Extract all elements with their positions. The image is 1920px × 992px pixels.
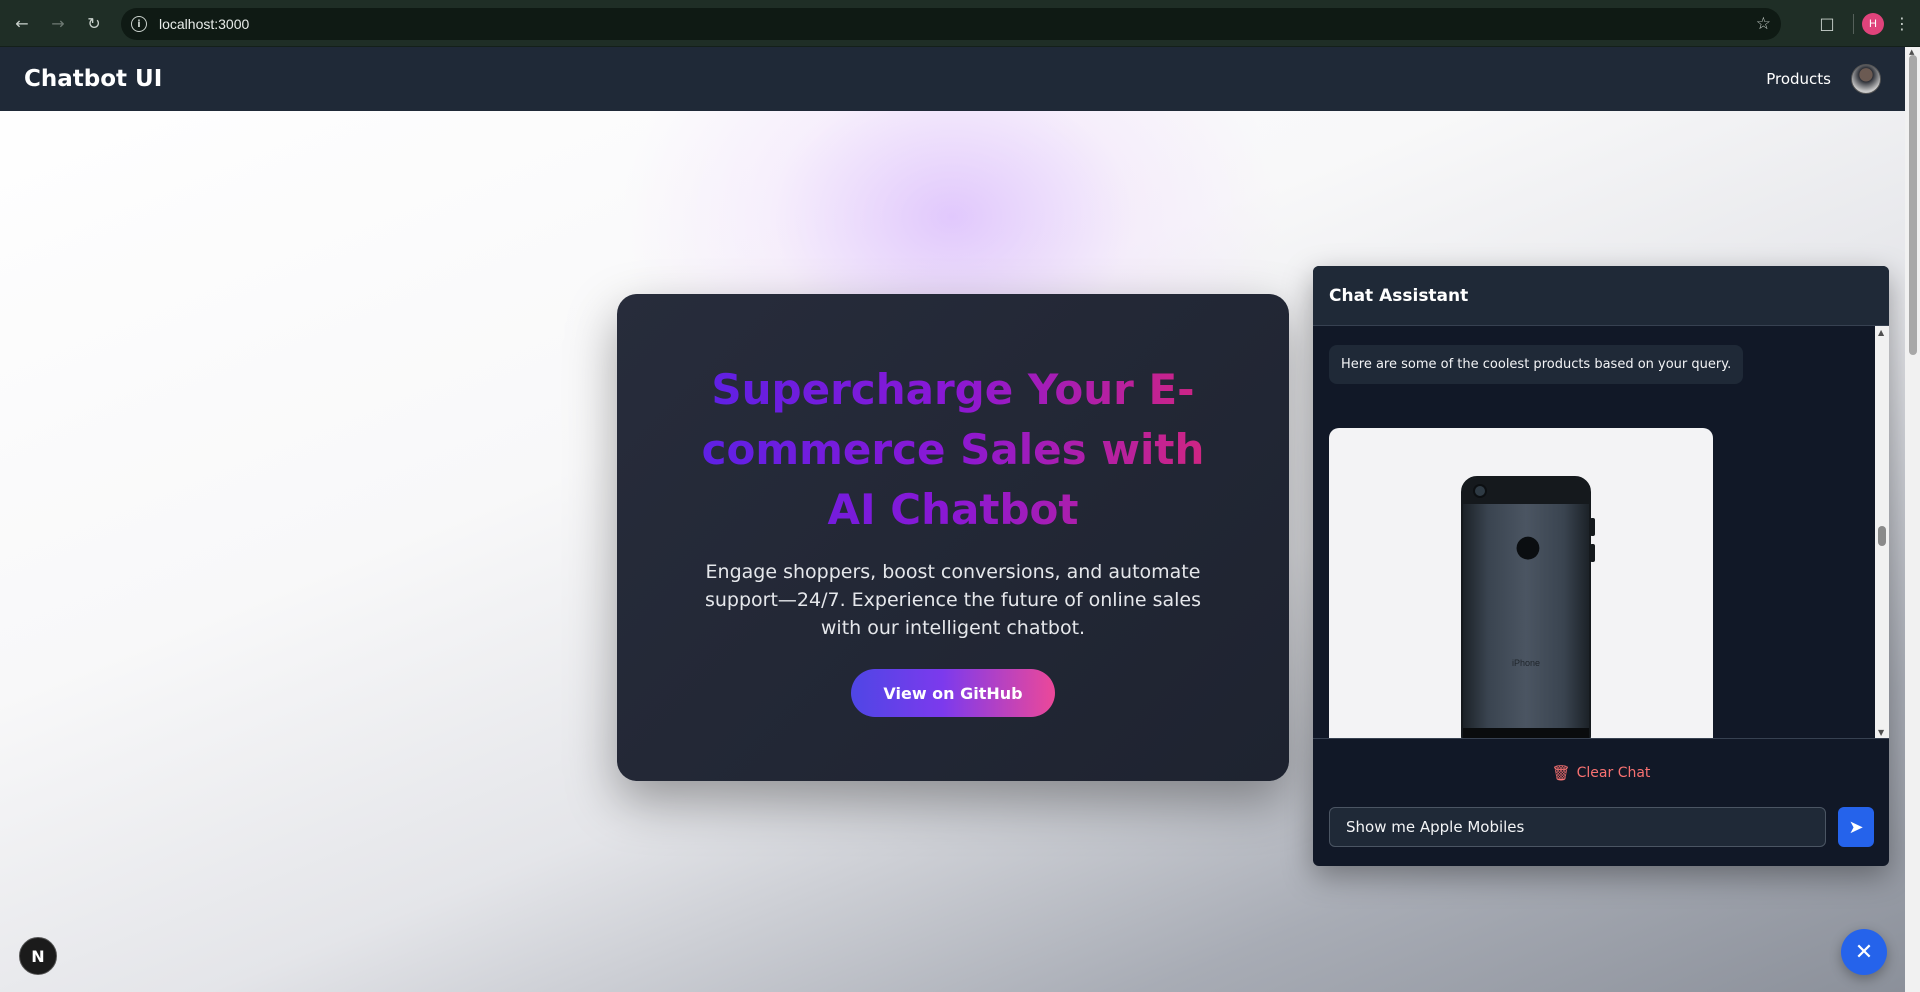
chat-scroll-thumb[interactable] xyxy=(1878,526,1886,546)
chat-input[interactable] xyxy=(1329,807,1826,847)
app-title[interactable]: Chatbot UI xyxy=(24,66,162,92)
profile-avatar[interactable]: H xyxy=(1862,12,1884,35)
bot-message: Here are some of the coolest products ba… xyxy=(1329,345,1744,384)
chat-panel: Chat Assistant Here are some of the cool… xyxy=(1313,266,1889,866)
toolbar-divider xyxy=(1853,13,1854,34)
page-scroll-thumb[interactable] xyxy=(1909,55,1917,355)
reload-icon[interactable]: ↻ xyxy=(76,5,112,41)
hero-title: Supercharge Your E-commerce Sales with A… xyxy=(683,360,1223,540)
hero-card: Supercharge Your E-commerce Sales with A… xyxy=(617,294,1289,781)
products-link[interactable]: Products xyxy=(1766,70,1831,88)
scroll-down-icon[interactable]: ▼ xyxy=(1878,728,1884,737)
nextjs-badge[interactable]: N xyxy=(19,937,57,975)
chat-scrollbar[interactable]: ▲ ▼ xyxy=(1875,326,1889,738)
product-card[interactable]: ● iPhone xyxy=(1329,428,1713,738)
close-icon: ✕ xyxy=(1854,939,1874,964)
forward-arrow-icon[interactable]: → xyxy=(40,5,76,41)
hero-subtitle: Engage shoppers, boost conversions, and … xyxy=(704,561,1201,639)
app-header: Chatbot UI Products xyxy=(0,47,1905,111)
browser-toolbar: ← → ↻ i localhost:3000 ☆ □ H ⋮ xyxy=(0,0,1920,47)
star-icon[interactable]: ☆ xyxy=(1756,14,1771,34)
kebab-menu-icon[interactable]: ⋮ xyxy=(1884,14,1920,33)
chat-header: Chat Assistant xyxy=(1313,266,1889,326)
send-button[interactable]: ➤ xyxy=(1838,807,1874,847)
send-icon: ➤ xyxy=(1848,816,1864,837)
chat-title: Chat Assistant xyxy=(1329,285,1469,306)
view-on-github-button[interactable]: View on GitHub xyxy=(851,669,1055,717)
camera-icon xyxy=(1473,484,1487,498)
close-chat-button[interactable]: ✕ xyxy=(1841,929,1887,975)
clear-chat-button[interactable]: 🗑 Clear Chat xyxy=(1313,764,1889,782)
clear-chat-label: Clear Chat xyxy=(1576,765,1651,781)
page-viewport: Chatbot UI Products Supercharge Your E-c… xyxy=(0,47,1905,992)
product-image-text: iPhone xyxy=(1511,658,1541,668)
page-scrollbar[interactable]: ▲ xyxy=(1905,47,1920,992)
user-avatar[interactable] xyxy=(1851,64,1881,94)
back-arrow-icon[interactable]: ← xyxy=(4,5,40,41)
scroll-up-icon[interactable]: ▲ xyxy=(1878,328,1884,337)
url-text: localhost:3000 xyxy=(159,16,250,32)
address-bar[interactable]: i localhost:3000 ☆ xyxy=(121,8,1781,40)
puzzle-icon[interactable]: □ xyxy=(1809,14,1845,33)
site-info-icon[interactable]: i xyxy=(131,16,147,32)
trash-icon: 🗑 xyxy=(1551,764,1571,782)
product-image: ● iPhone xyxy=(1461,476,1595,738)
chat-messages[interactable]: Here are some of the coolest products ba… xyxy=(1313,326,1889,739)
apple-logo-icon: ● xyxy=(1514,529,1542,564)
